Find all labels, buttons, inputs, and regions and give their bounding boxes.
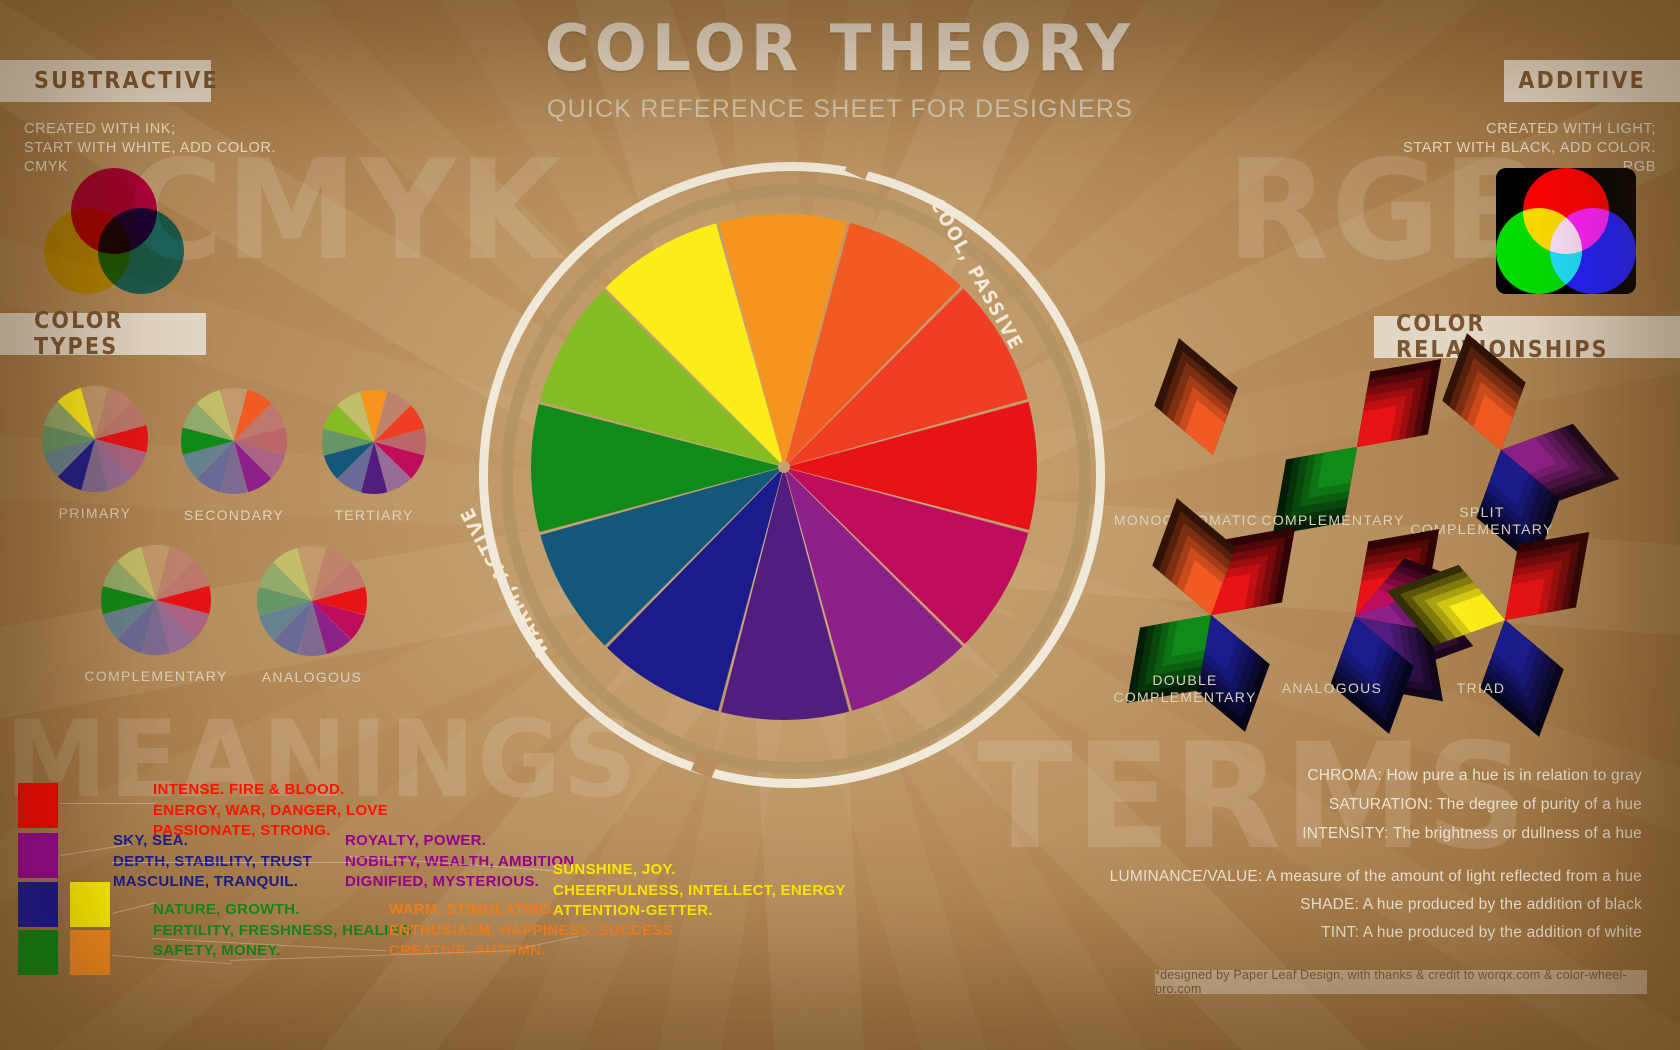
footer-credit: *designed by Paper Leaf Design, with tha… [1155, 968, 1647, 996]
wheel-segments[interactable] [531, 214, 1037, 720]
meaning-line: INTENSE. FIRE & BLOOD. [153, 781, 345, 798]
meaning-line: SUNSHINE, JOY. [553, 861, 676, 878]
tab-color-types[interactable]: COLOR TYPES [0, 308, 206, 360]
color-type-label: ANALOGOUS [261, 669, 363, 685]
tab-color-relationships[interactable]: COLOR RELATIONSHIPS [1374, 311, 1680, 363]
meaning-swatch[interactable] [18, 833, 58, 878]
color-wheel[interactable] [479, 152, 1105, 788]
cmyk-venn-diagram [44, 168, 184, 294]
term-item: SHADE: A hue produced by the addition of… [1300, 896, 1642, 913]
meaning-leader-line [112, 862, 352, 863]
cmyk-cyan-circle [98, 208, 184, 294]
term-item: INTENSITY: The brightness or dullness of… [1302, 825, 1642, 842]
page-title: COLOR THEORY [544, 12, 1136, 86]
relationship-wedge [1136, 498, 1286, 690]
meaning-swatch[interactable] [18, 930, 58, 975]
meaning-line: MASCULINE, TRANQUIL. [113, 873, 299, 890]
relationship-label: TRIAD [1456, 680, 1506, 696]
term-item: LUMINANCE/VALUE: A measure of the amount… [1109, 868, 1642, 885]
relationship-wedge [1273, 372, 1432, 535]
rgb-venn-diagram [1496, 168, 1636, 294]
relationship-diagram-double-complementary[interactable] [1127, 498, 1295, 732]
relationship-wedge-band [1317, 447, 1357, 489]
relationship-wedge [1426, 333, 1576, 525]
infographic-poster: COLOR THEORY QUICK REFERENCE SHEET FOR D… [0, 0, 1680, 1050]
term-item: CHROMA: How pure a hue is in relation to… [1307, 767, 1642, 784]
meaning-swatch[interactable] [70, 930, 110, 975]
color-type-wheel-analogous[interactable] [257, 546, 367, 656]
meaning-swatch[interactable] [70, 882, 110, 927]
tab-additive[interactable]: ADDITIVE [1504, 60, 1680, 102]
meaning-line: CHEERFULNESS, INTELLECT, ENERGY [553, 881, 846, 899]
meaning-swatch[interactable] [18, 783, 58, 828]
meaning-line: WARM, STIMULATING. [389, 901, 556, 918]
color-type-wheel-secondary[interactable] [181, 388, 287, 494]
color-type-wheel-primary[interactable] [42, 386, 148, 492]
relationship-diagram-analogous[interactable] [1280, 529, 1473, 734]
relationship-wedge [1387, 545, 1580, 695]
term-item: TINT: A hue produced by the addition of … [1321, 924, 1642, 941]
meaning-line: SKY, SEA. [113, 832, 189, 849]
wheel-hub [778, 461, 790, 473]
meaning-line: ENERGY, WAR, DANGER, LOVE [153, 801, 389, 819]
meaning-leader-line [112, 902, 156, 914]
relationship-diagram-monochromatic[interactable] [1138, 338, 1288, 530]
meaning-line: ENTHUSIASM, HAPPINESS, SUCCESS [389, 921, 674, 939]
meaning-swatch[interactable] [18, 882, 58, 927]
relationship-diagram-split-complementary[interactable] [1426, 333, 1619, 567]
meaning-line: CREATIVE, AUTUMN. [389, 942, 546, 959]
relationship-diagram-triad[interactable] [1387, 532, 1589, 737]
relationship-wedge [1280, 542, 1430, 734]
color-type-wheel-tertiary[interactable] [322, 390, 426, 494]
term-item: SATURATION: The degree of purity of a hu… [1328, 796, 1642, 813]
color-type-label: TERTIARY [334, 507, 414, 523]
tab-subtractive[interactable]: SUBTRACTIVE [0, 60, 217, 102]
relationship-wedge [1138, 338, 1288, 530]
color-type-wheel-complementary[interactable] [101, 545, 211, 655]
meaning-leader-line [60, 803, 155, 804]
relationship-diagram-complementary[interactable] [1273, 359, 1441, 535]
relationship-label: ANALOGOUS [1281, 680, 1383, 696]
rgb-blue-circle [1550, 208, 1636, 294]
